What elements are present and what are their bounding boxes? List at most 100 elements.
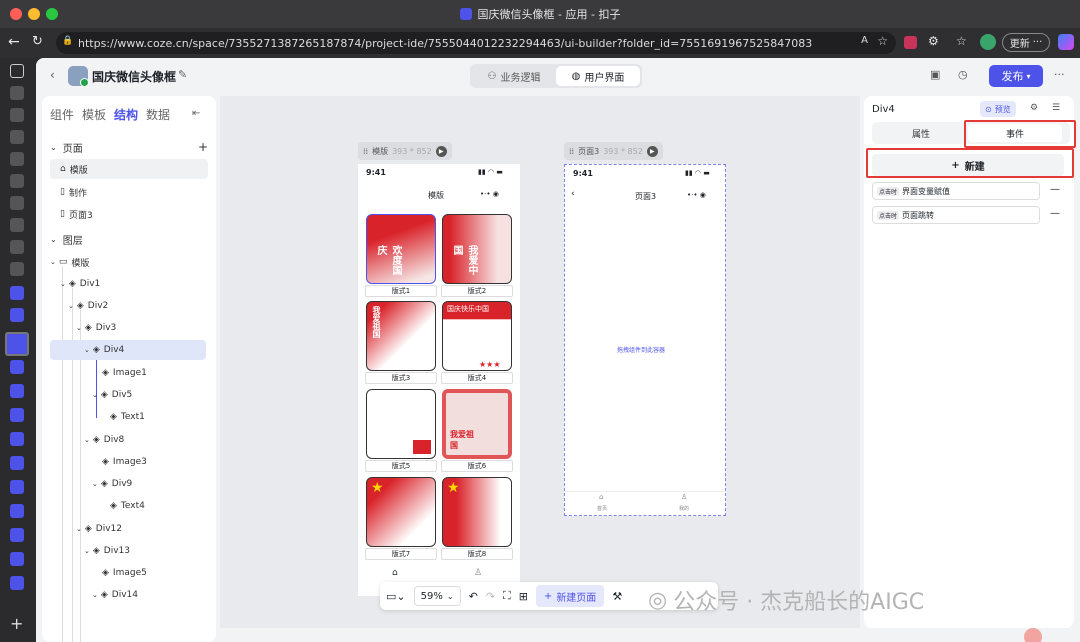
tab-user-interface[interactable]: ◍ 用户界面 [556, 66, 640, 86]
layer-item[interactable]: ⌄ ◈ Div2 [68, 296, 208, 316]
assistant-avatar[interactable] [1024, 628, 1042, 642]
layer-item[interactable]: ◈ Text1 [110, 407, 208, 427]
user-icon[interactable]: ♙ [681, 493, 687, 501]
tab-favicon-icon[interactable] [10, 196, 24, 210]
home-icon[interactable]: ⌂ [392, 568, 398, 578]
layer-item[interactable]: ⌄ ◈ Div1 [60, 274, 208, 294]
new-page-button[interactable]: + 新建页面 [535, 585, 605, 607]
template-thumb-1[interactable]: 欢度国庆 [366, 214, 436, 284]
page-item-make[interactable]: ▯ 制作 [50, 182, 208, 202]
tab-components[interactable]: 组件 [50, 106, 74, 123]
coze-tab-icon[interactable] [10, 384, 24, 398]
read-aloud-icon[interactable]: A [861, 35, 868, 46]
template-thumb-6[interactable]: 我爱祖国 [442, 389, 512, 459]
layer-item-selected[interactable]: ⌄ ◈ Div4 [50, 340, 206, 360]
back-icon[interactable]: ← [8, 34, 20, 50]
reload-icon[interactable]: ↻ [32, 34, 43, 49]
layer-item[interactable]: ⌄ ◈ Div13 [84, 541, 208, 561]
tab-favicon-icon[interactable] [10, 152, 24, 166]
event-item[interactable]: 点击时 页面跳转 [872, 206, 1040, 224]
edit-icon[interactable]: ✎ [178, 68, 187, 81]
user-icon[interactable]: ♙ [474, 568, 482, 578]
collapse-panel-icon[interactable]: ⇤ [192, 108, 200, 119]
layer-item[interactable]: ⌄ ◈ Div9 [92, 474, 208, 494]
coze-tab-icon[interactable] [10, 552, 24, 566]
layer-item[interactable]: ⌄ ▭ 模版 [50, 252, 208, 272]
layer-item[interactable]: ◈ Image1 [102, 363, 208, 383]
event-item[interactable]: 点击时 界面变量赋值 [872, 182, 1040, 200]
tab-favicon-icon[interactable] [10, 240, 24, 254]
grid-icon[interactable]: ⊞ [519, 590, 528, 603]
tab-favicon-icon[interactable] [10, 130, 24, 144]
template-thumb-3[interactable]: 我爱祖国 [366, 301, 436, 371]
copilot-icon[interactable] [1058, 34, 1074, 50]
home-icon[interactable]: ⌂ [599, 493, 603, 501]
settings-icon[interactable]: ⚙ [1030, 103, 1038, 113]
zoom-select[interactable]: 59% ⌄ [413, 586, 461, 606]
tabs-icon[interactable] [10, 64, 24, 78]
favorite-star-icon[interactable]: ☆ [877, 34, 888, 48]
profile-avatar[interactable] [980, 34, 996, 50]
tab-business-logic[interactable]: ⚇ 业务逻辑 [472, 66, 556, 86]
page-item-template[interactable]: ⌂ 模版 [50, 159, 208, 179]
tab-data[interactable]: 数据 [146, 106, 170, 123]
coze-tab-icon[interactable] [10, 528, 24, 542]
template-thumb-7[interactable]: ★ [366, 477, 436, 547]
preview-button[interactable]: ⊙ 预览 [980, 101, 1016, 117]
phone-frame-template[interactable]: 9:41 ▮▮ ◠ ▬ 模版 •·• ◉ 欢度国庆 版式1 我爱中国 版式2 我… [358, 164, 520, 596]
page-item-page3[interactable]: ▯ 页面3 [50, 204, 208, 224]
layer-item[interactable]: ◈ Image5 [102, 563, 208, 583]
active-coze-tab-icon[interactable] [5, 332, 29, 356]
new-tab-icon[interactable]: + [10, 614, 23, 633]
fit-screen-icon[interactable]: ⛶ [503, 589, 511, 603]
pages-section-header[interactable]: ⌄ 页面 + [50, 137, 208, 157]
coze-tab-icon[interactable] [10, 308, 24, 322]
remove-event-icon[interactable]: — [1050, 184, 1060, 195]
template-thumb-8[interactable]: ★ [442, 477, 512, 547]
publish-button[interactable]: 发布 ▾ [989, 65, 1043, 87]
play-icon[interactable]: ▶ [435, 145, 447, 157]
coze-tab-icon[interactable] [10, 408, 24, 422]
phone-frame-page3[interactable]: 9:41 ▮▮ ◠ ▬ ‹ 页面3 •·• ◉ 拖拽组件到此容器 ⌂ 首页 ♙ … [564, 164, 726, 516]
address-bar[interactable]: 🔒 https://www.coze.cn/space/735527138726… [56, 32, 896, 54]
coze-tab-icon[interactable] [10, 360, 24, 374]
list-icon[interactable]: ☰ [1052, 103, 1060, 113]
frame-label-page3[interactable]: ⁞⁞ 页面3 393 * 852 ▶ [564, 142, 663, 160]
minimize-window-button[interactable] [28, 8, 40, 20]
template-thumb-4[interactable]: 国庆快乐中国 ★★★ [442, 301, 512, 371]
more-icon[interactable]: ··· [1054, 68, 1065, 81]
layer-item[interactable]: ◈ Image3 [102, 452, 208, 472]
template-thumb-5[interactable] [366, 389, 436, 459]
tab-favicon-icon[interactable] [10, 86, 24, 100]
coze-tab-icon[interactable] [10, 480, 24, 494]
undo-icon[interactable]: ↶ [469, 590, 478, 603]
frame-label-template[interactable]: ⁞⁞ 模版 393 * 852 ▶ [358, 142, 452, 160]
favorites-icon[interactable]: ☆ [956, 34, 967, 48]
close-window-button[interactable] [10, 8, 22, 20]
layer-item[interactable]: ⌄ ◈ Div8 [84, 430, 208, 450]
redo-icon[interactable]: ↷ [486, 590, 495, 603]
back-icon[interactable]: ‹ [50, 68, 55, 82]
remove-event-icon[interactable]: — [1050, 208, 1060, 219]
miniprogram-menu-icon[interactable]: •·• ◉ [480, 190, 499, 198]
design-canvas[interactable]: ⁞⁞ 模版 393 * 852 ▶ 9:41 ▮▮ ◠ ▬ 模版 •·• ◉ 欢… [220, 96, 860, 628]
coze-tab-icon[interactable] [10, 504, 24, 518]
layer-item[interactable]: ⌄ ◈ Div3 [76, 318, 208, 338]
layer-item[interactable]: ⌄ ◈ Div5 [92, 385, 208, 405]
layer-item[interactable]: ⌄ ◈ Div12 [76, 519, 208, 539]
layout-icon[interactable]: ▣ [930, 68, 940, 81]
layer-item[interactable]: ⌄ ◈ Div14 [92, 585, 208, 605]
tab-favicon-icon[interactable] [10, 108, 24, 122]
tab-templates[interactable]: 模板 [82, 106, 106, 123]
extensions-puzzle-icon[interactable]: ⚙ [928, 34, 939, 48]
device-icon[interactable]: ▭⌄ [386, 590, 406, 603]
tab-structure[interactable]: 结构 [114, 106, 138, 123]
coze-tab-icon[interactable] [10, 576, 24, 590]
tab-properties[interactable]: 属性 [874, 124, 968, 142]
coze-tab-icon[interactable] [10, 432, 24, 446]
coze-tab-icon[interactable] [10, 456, 24, 470]
layers-section-header[interactable]: ⌄ 图层 [50, 229, 208, 249]
tab-favicon-icon[interactable] [10, 174, 24, 188]
extension-icon[interactable] [904, 36, 917, 49]
history-icon[interactable]: ◷ [958, 68, 968, 81]
